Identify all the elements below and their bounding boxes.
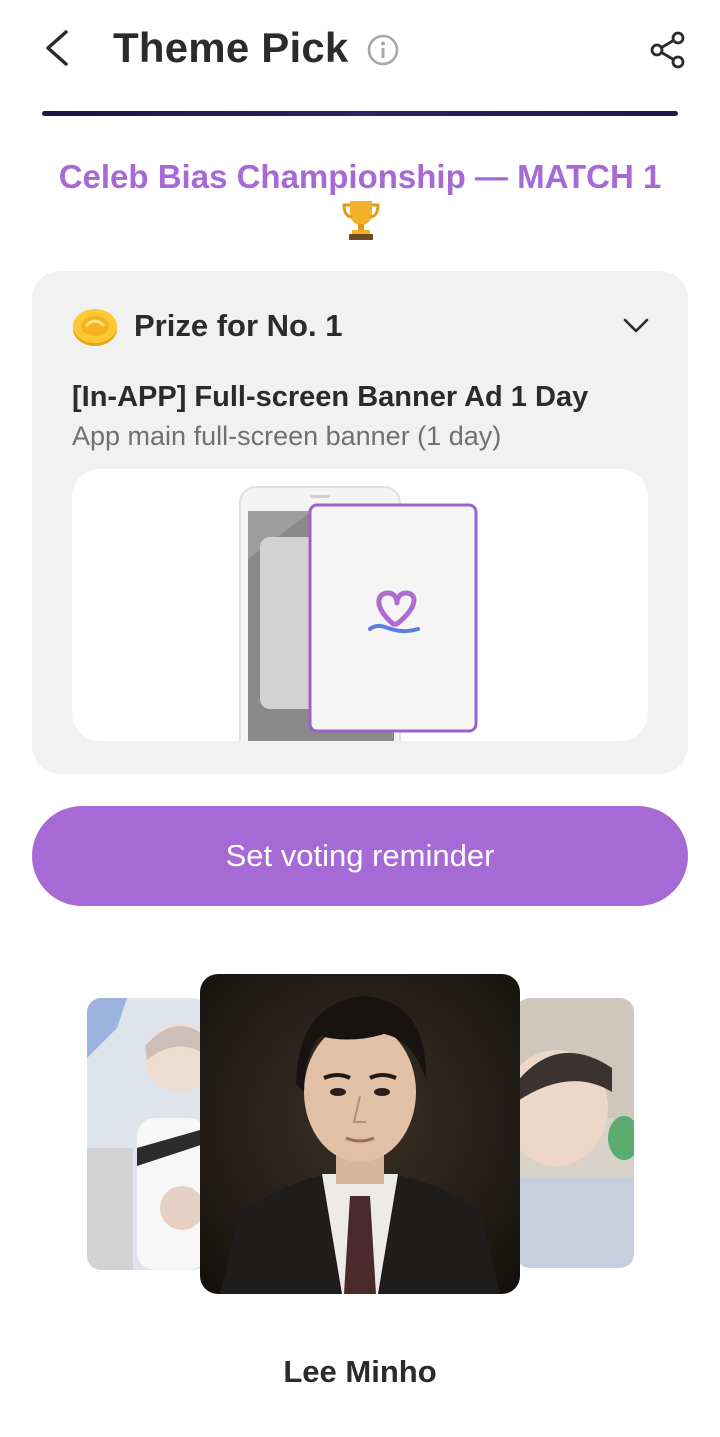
info-icon[interactable]: [366, 33, 400, 67]
prize-card[interactable]: Prize for No. 1 [In-APP] Full-screen Ban…: [32, 271, 688, 774]
chevron-left-icon[interactable]: [40, 28, 80, 68]
prize-name: [In-APP] Full-screen Banner Ad 1 Day: [72, 381, 589, 413]
right-celeb-card[interactable]: [516, 998, 634, 1268]
share-icon[interactable]: [648, 30, 688, 70]
set-voting-reminder-button[interactable]: Set voting reminder: [32, 806, 688, 906]
page-title: Theme Pick: [113, 24, 349, 71]
championship-title: Celeb Bias Championship — MATCH 1: [58, 158, 662, 195]
celeb-name: Lee Minho: [283, 1354, 437, 1389]
left-celeb-photo: [87, 998, 207, 1270]
lee-minho-photo: [200, 974, 520, 1294]
coin-icon: [73, 309, 117, 346]
phone-mockup-illustration: [239, 486, 478, 741]
banner-edge: [42, 111, 678, 116]
header-bar: Theme Pick: [0, 0, 720, 100]
banner-preview-image: [72, 469, 648, 741]
right-celeb-photo: [516, 998, 634, 1268]
prize-description: App main full-screen banner (1 day): [72, 421, 502, 451]
prize-label: Prize for No. 1: [134, 308, 343, 343]
chevron-down-icon[interactable]: [622, 314, 650, 338]
left-celeb-card[interactable]: [87, 998, 207, 1270]
trophy-icon: [342, 201, 380, 240]
lee-minho-card[interactable]: [200, 974, 520, 1294]
